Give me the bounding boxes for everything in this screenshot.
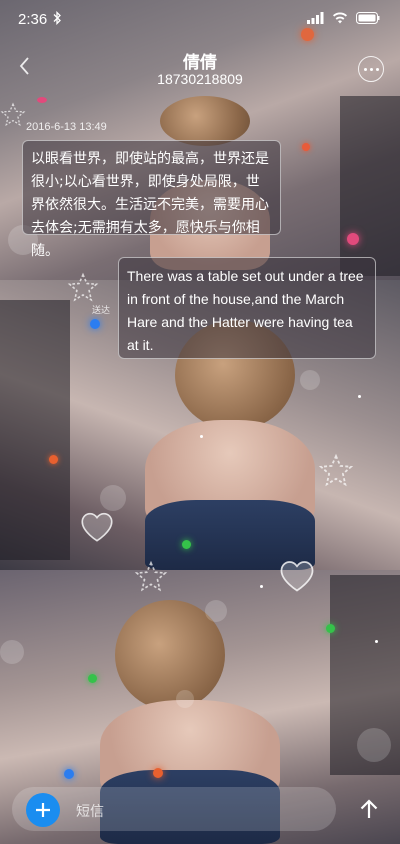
heart-bubble-icon	[81, 512, 113, 542]
bokeh-bubble	[357, 728, 391, 762]
wallpaper-shadow	[0, 300, 70, 560]
bluetooth-icon	[53, 10, 62, 29]
signal-icon	[307, 12, 324, 24]
sparkle-dot	[358, 395, 361, 398]
status-time: 2:36	[18, 11, 48, 28]
contact-number: 18730218809	[157, 71, 243, 87]
outgoing-message-bubble[interactable]: There was a table set out under a tree i…	[118, 257, 376, 359]
delivery-status: 送达	[92, 306, 111, 316]
bokeh-bubble	[0, 640, 24, 664]
conversation-header: 倩倩 18730218809	[0, 40, 400, 96]
send-arrow-icon	[360, 799, 378, 818]
status-bar: 2:36	[0, 0, 400, 40]
star-outline-icon	[0, 102, 26, 126]
star-outline-icon	[67, 272, 99, 302]
more-options-button[interactable]	[358, 56, 384, 82]
sparkle-dot	[153, 768, 163, 778]
wifi-icon	[333, 12, 347, 24]
sparkle-dot	[347, 233, 359, 245]
sparkle-dot	[49, 455, 58, 464]
sparkle-dot	[37, 97, 47, 103]
status-icons	[307, 12, 380, 24]
add-attachment-button[interactable]	[26, 793, 60, 827]
sparkle-dot	[182, 540, 191, 549]
sparkle-dot	[200, 435, 203, 438]
sparkle-dot	[260, 585, 263, 588]
star-outline-icon	[318, 453, 354, 487]
sparkle-dot	[302, 143, 310, 151]
wallpaper-figure	[160, 96, 250, 146]
incoming-message-bubble[interactable]: 以眼看世界，即使站的最高，世界还是很小;以心看世界，即使身处局限，世界依然很大。…	[22, 140, 281, 259]
message-timestamp: 2016-6-13 13:49	[26, 121, 107, 133]
wallpaper-shadow	[340, 96, 400, 276]
sparkle-dot	[90, 319, 100, 329]
sparkle-dot	[64, 769, 74, 779]
bokeh-bubble	[176, 690, 194, 708]
plus-icon	[36, 803, 50, 817]
sparkle-dot	[375, 640, 378, 643]
message-input[interactable]	[74, 800, 318, 824]
more-icon	[369, 67, 373, 71]
send-button[interactable]	[356, 796, 382, 822]
sparkle-dot	[88, 674, 97, 683]
star-outline-icon	[134, 560, 168, 592]
heart-bubble-icon	[280, 561, 314, 592]
sparkle-dot	[326, 624, 335, 633]
bokeh-bubble	[300, 370, 320, 390]
more-icon	[375, 67, 379, 71]
more-icon	[363, 67, 367, 71]
contact-name: 倩倩	[183, 53, 217, 73]
bokeh-bubble	[205, 600, 227, 622]
battery-icon	[356, 12, 380, 24]
